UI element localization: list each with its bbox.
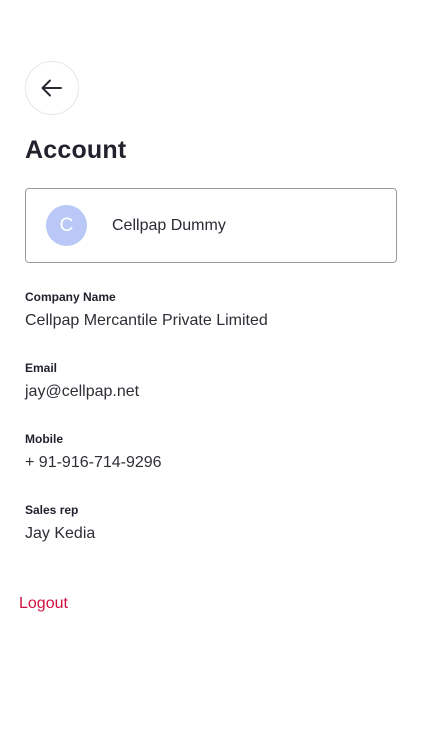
avatar: C xyxy=(46,205,87,246)
sales-rep-label: Sales rep xyxy=(25,503,79,517)
profile-name: Cellpap Dummy xyxy=(112,216,226,234)
back-button[interactable] xyxy=(25,61,79,115)
arrow-left-icon xyxy=(41,79,63,97)
company-name-label: Company Name xyxy=(25,290,116,304)
mobile-field: Mobile + 91-916-714-9296 xyxy=(25,432,162,473)
mobile-label: Mobile xyxy=(25,432,63,446)
page-title: Account xyxy=(25,136,127,164)
sales-rep-value: Jay Kedia xyxy=(25,525,96,542)
email-label: Email xyxy=(25,361,58,375)
profile-card: C Cellpap Dummy xyxy=(25,188,397,263)
logout-button[interactable]: Logout xyxy=(19,594,68,614)
mobile-value: + 91-916-714-9296 xyxy=(25,454,162,471)
sales-rep-field: Sales rep Jay Kedia xyxy=(25,503,95,544)
company-name-value: Cellpap Mercantile Private Limited xyxy=(25,312,268,329)
email-field: Email jay@cellpap.net xyxy=(25,361,139,402)
company-name-field: Company Name Cellpap Mercantile Private … xyxy=(25,290,268,331)
email-value: jay@cellpap.net xyxy=(25,383,140,400)
